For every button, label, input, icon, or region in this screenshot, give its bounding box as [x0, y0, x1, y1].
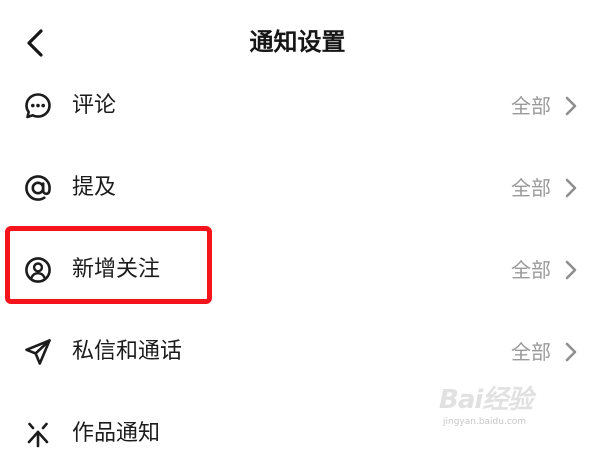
setting-row-messages-calls[interactable]: 私信和通话 全部	[0, 312, 595, 394]
setting-value: 全部	[511, 94, 551, 118]
setting-value: 全部	[511, 176, 551, 200]
chevron-right-icon	[561, 95, 581, 117]
setting-label: 评论	[72, 93, 117, 118]
chevron-right-icon	[561, 259, 581, 281]
setting-label: 作品通知	[72, 421, 161, 446]
user-circle-icon	[22, 254, 54, 286]
setting-row-mentions[interactable]: 提及 全部	[0, 148, 595, 230]
setting-label: 新增关注	[72, 257, 161, 282]
paper-plane-icon	[22, 336, 54, 368]
chevron-right-icon	[561, 177, 581, 199]
setting-label: 提及	[72, 175, 117, 200]
settings-list: 评论 全部 提及 全部 新增关注 全部 私信和通话 全部 作品通知	[0, 66, 595, 476]
setting-label: 私信和通话	[72, 339, 183, 364]
comment-bubble-icon	[22, 90, 54, 122]
page-title: 通知设置	[249, 28, 346, 56]
chevron-right-icon	[561, 341, 581, 363]
setting-row-works-notifications[interactable]: 作品通知	[0, 394, 595, 476]
setting-row-new-followers[interactable]: 新增关注 全部	[0, 230, 595, 312]
sparkle-icon	[22, 418, 54, 450]
setting-value: 全部	[511, 258, 551, 282]
setting-row-comments[interactable]: 评论 全部	[0, 66, 595, 148]
setting-value: 全部	[511, 340, 551, 364]
at-sign-icon	[22, 172, 54, 204]
